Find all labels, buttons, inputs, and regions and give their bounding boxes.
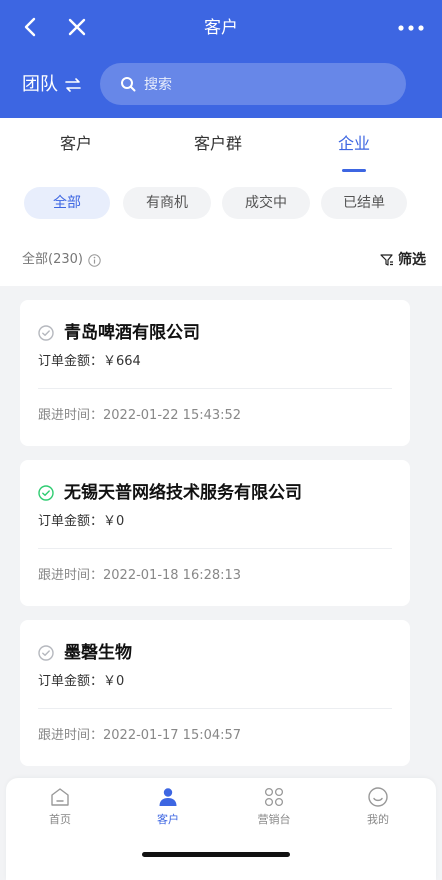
tab-customer-group[interactable]: 客户群 (188, 132, 248, 156)
home-icon (51, 788, 69, 806)
shield-check-icon (38, 325, 54, 341)
follow-up-time: 跟进时间：2022-01-18 16:28:13 (38, 568, 242, 583)
company-name: 墨磬生物 (64, 643, 132, 663)
company-name-row: 无锡天普网络技术服务有限公司 (38, 480, 302, 506)
filter-button[interactable]: 筛选 (380, 249, 426, 271)
smile-icon (368, 787, 388, 807)
back-icon[interactable] (18, 14, 44, 40)
category-tabs: 客户 客户群 企业 (0, 118, 442, 174)
bottom-tab-bar: 首页 客户 营销台 我的 (6, 778, 436, 880)
divider (38, 708, 392, 709)
order-amount: 订单金额：￥0 (38, 514, 125, 529)
follow-up-time: 跟进时间：2022-01-17 15:04:57 (38, 728, 242, 743)
filter-chips: 全部 有商机 成交中 已结单 (0, 174, 442, 234)
app-header: 客户 团队 搜索 (0, 0, 442, 118)
funnel-icon (380, 254, 393, 266)
person-icon (159, 788, 177, 806)
search-icon (121, 77, 136, 92)
tabbar-marketing[interactable]: 营销台 (234, 786, 314, 828)
info-icon[interactable] (88, 253, 101, 267)
chip-all[interactable]: 全部 (24, 187, 110, 219)
chip-closed[interactable]: 已结单 (321, 187, 407, 219)
company-name: 青岛啤酒有限公司 (64, 323, 200, 343)
chip-in-deal[interactable]: 成交中 (222, 187, 310, 219)
tabbar-mine[interactable]: 我的 (338, 786, 418, 828)
shield-check-icon (38, 485, 54, 501)
summary-bar: 全部(230) 筛选 (0, 234, 442, 286)
team-switch[interactable]: 团队 (22, 70, 82, 100)
divider (38, 388, 392, 389)
more-icon[interactable] (396, 18, 426, 38)
home-indicator (142, 852, 290, 857)
tabbar-customer[interactable]: 客户 (128, 786, 208, 828)
search-placeholder: 搜索 (144, 77, 172, 93)
team-label: 团队 (22, 74, 58, 95)
company-name-row: 青岛啤酒有限公司 (38, 320, 200, 346)
tabbar-mine-label: 我的 (367, 813, 389, 826)
tabbar-marketing-label: 营销台 (257, 813, 291, 826)
active-tab-indicator (342, 169, 366, 172)
company-card[interactable]: 青岛啤酒有限公司 订单金额：￥664 跟进时间：2022-01-22 15:43… (20, 300, 410, 446)
close-icon[interactable] (64, 14, 90, 40)
divider (38, 548, 392, 549)
order-amount: 订单金额：￥664 (38, 354, 141, 369)
search-input[interactable]: 搜索 (100, 63, 406, 105)
chip-has-opportunity[interactable]: 有商机 (123, 187, 211, 219)
order-amount: 订单金额：￥0 (38, 674, 125, 689)
grid-icon (264, 787, 284, 807)
swap-icon (65, 78, 81, 92)
total-count-label: 全部(230) (22, 252, 83, 267)
tabbar-customer-label: 客户 (157, 813, 179, 826)
company-card[interactable]: 无锡天普网络技术服务有限公司 订单金额：￥0 跟进时间：2022-01-18 1… (20, 460, 410, 606)
tabbar-home-label: 首页 (49, 813, 71, 826)
follow-up-time: 跟进时间：2022-01-22 15:43:52 (38, 408, 242, 423)
total-count: 全部(230) (22, 249, 101, 271)
filter-label: 筛选 (398, 252, 426, 268)
shield-check-icon (38, 645, 54, 661)
company-card[interactable]: 墨磬生物 订单金额：￥0 跟进时间：2022-01-17 15:04:57 (20, 620, 410, 766)
tabbar-home[interactable]: 首页 (20, 786, 100, 828)
tab-enterprise[interactable]: 企业 (334, 132, 374, 156)
company-name: 无锡天普网络技术服务有限公司 (64, 483, 302, 503)
tab-customer[interactable]: 客户 (56, 132, 96, 156)
company-name-row: 墨磬生物 (38, 640, 132, 666)
